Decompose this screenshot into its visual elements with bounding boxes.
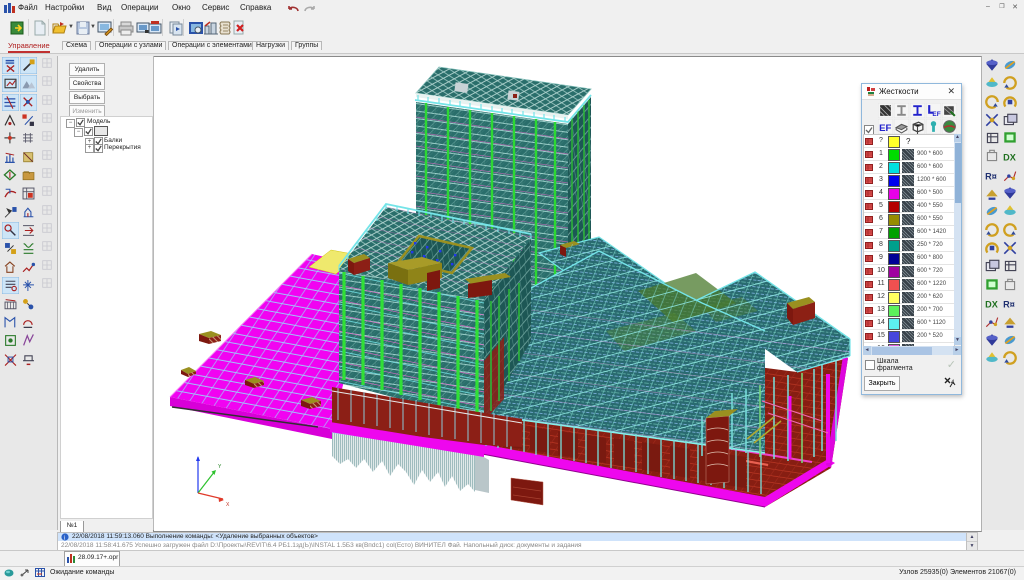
svg-text:R¤: R¤	[985, 172, 997, 182]
svg-text:R¤: R¤	[1003, 300, 1015, 310]
svg-text:DX: DX	[985, 300, 998, 310]
svg-text:X: X	[226, 502, 230, 508]
svg-text:EF: EF	[879, 123, 891, 134]
svg-text:Y: Y	[218, 464, 222, 470]
svg-text:4: 4	[951, 380, 955, 386]
svg-text:DX: DX	[1003, 153, 1016, 163]
svg-text:EF: EF	[932, 111, 940, 118]
